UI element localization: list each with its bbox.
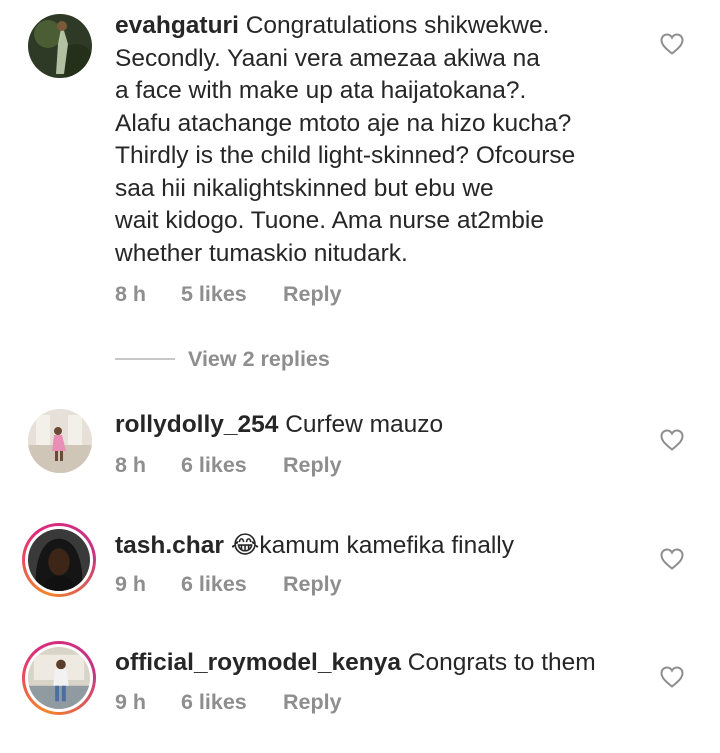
- comment-text: evahgaturi Congratulations shikwekwe. Se…: [115, 10, 645, 270]
- comment-body: Curfew mauzo: [285, 411, 444, 438]
- comment-rollydolly: rollydolly_254 Curfew mauzo 8 h 6 likes …: [0, 395, 720, 495]
- comment-time: 9 h: [115, 572, 147, 596]
- comment-time: 9 h: [115, 690, 147, 714]
- comment-tash-char: tash.char 😂kamum kamefika finally 9 h 6 …: [0, 515, 720, 615]
- reply-button[interactable]: Reply: [283, 690, 342, 715]
- comment-likes[interactable]: 6 likes: [181, 453, 283, 478]
- avatar: [28, 529, 90, 591]
- heart-outline-icon[interactable]: [660, 666, 684, 688]
- comment-time: 8 h: [115, 453, 147, 477]
- reply-button[interactable]: Reply: [283, 453, 342, 478]
- comment-meta: 8 h 6 likes Reply: [115, 453, 342, 478]
- avatar: [28, 647, 90, 709]
- heart-outline-icon[interactable]: [660, 548, 684, 570]
- comment-meta: 9 h 6 likes Reply: [115, 572, 342, 597]
- divider-line: [115, 358, 175, 360]
- comment-username[interactable]: evahgaturi: [115, 12, 239, 39]
- avatar[interactable]: [28, 14, 92, 78]
- comment-username[interactable]: official_roymodel_kenya: [115, 649, 401, 676]
- comment-time: 8 h: [115, 282, 147, 306]
- comment-likes[interactable]: 5 likes: [181, 282, 283, 307]
- comment-text: official_roymodel_kenya Congrats to them: [115, 647, 645, 680]
- comment-username[interactable]: rollydolly_254: [115, 411, 278, 438]
- reply-button[interactable]: Reply: [283, 572, 342, 597]
- heart-outline-icon[interactable]: [660, 429, 684, 451]
- comment-evahgaturi: evahgaturi Congratulations shikwekwe. Se…: [0, 0, 720, 330]
- laughing-emoji: 😂: [230, 530, 260, 559]
- comment-username[interactable]: tash.char: [115, 532, 224, 559]
- comment-text: tash.char 😂kamum kamefika finally: [115, 529, 645, 563]
- comment-body: Congratulations shikwekwe. Secondly. Yaa…: [115, 12, 576, 267]
- view-replies-button[interactable]: View 2 replies: [115, 344, 330, 374]
- comment-likes[interactable]: 6 likes: [181, 690, 283, 715]
- avatar-story-ring[interactable]: [22, 523, 96, 597]
- comment-body: kamum kamefika finally: [259, 532, 514, 559]
- comment-meta: 8 h 5 likes Reply: [115, 282, 342, 307]
- comment-meta: 9 h 6 likes Reply: [115, 690, 342, 715]
- reply-button[interactable]: Reply: [283, 282, 342, 307]
- avatar[interactable]: [28, 409, 92, 473]
- comment-text: rollydolly_254 Curfew mauzo: [115, 409, 645, 442]
- comment-body: Congrats to them: [407, 649, 596, 676]
- heart-outline-icon[interactable]: [660, 33, 684, 55]
- comment-official-roymodel: official_roymodel_kenya Congrats to them…: [0, 633, 720, 753]
- avatar-story-ring[interactable]: [22, 641, 96, 715]
- view-replies-label: View 2 replies: [188, 346, 330, 371]
- comment-likes[interactable]: 6 likes: [181, 572, 283, 597]
